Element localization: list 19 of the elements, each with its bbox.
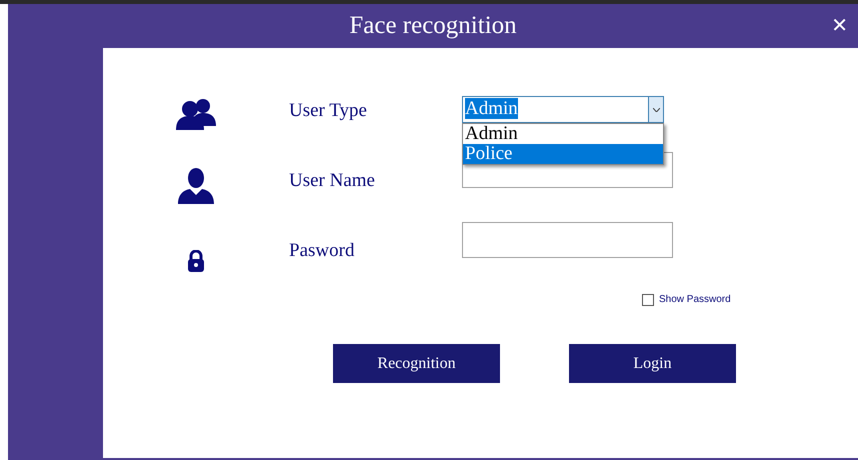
user-type-select[interactable]: Admin — [462, 96, 664, 123]
dropdown-option[interactable]: Police — [463, 144, 663, 164]
users-icon — [175, 98, 217, 130]
dropdown-option[interactable]: Admin — [463, 124, 663, 144]
chevron-down-icon — [652, 108, 660, 112]
field-label: Pasword — [289, 240, 354, 261]
password-field[interactable] — [462, 222, 673, 258]
selected-value: Admin — [465, 98, 518, 118]
user-icon — [177, 168, 215, 204]
window-title: Face recognition — [349, 11, 517, 42]
show-password-checkbox[interactable] — [642, 294, 654, 306]
login-button[interactable]: Login — [569, 344, 736, 383]
field-label: User Name — [289, 170, 375, 191]
dropdown-button[interactable] — [648, 97, 663, 122]
field-label: User Type — [289, 100, 367, 121]
show-password-label: Show Password — [659, 293, 731, 307]
recognition-button[interactable]: Recognition — [333, 344, 500, 383]
close-button[interactable]: ✕ — [831, 10, 848, 40]
lock-icon — [187, 250, 205, 272]
